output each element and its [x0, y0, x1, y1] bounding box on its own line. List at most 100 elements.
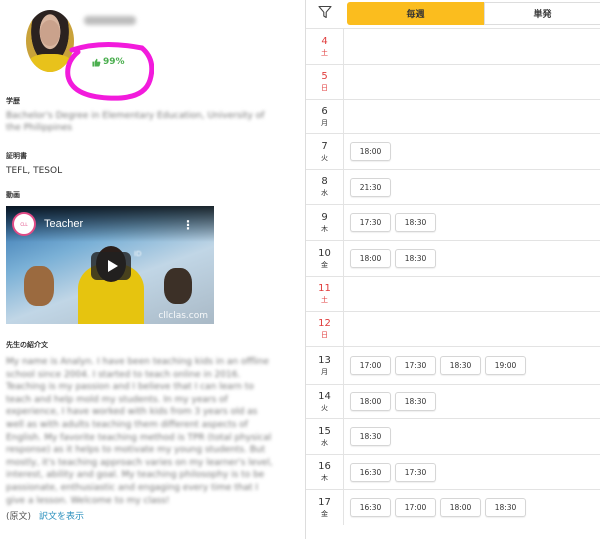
weekday-label: 水 — [321, 438, 328, 447]
education-value: Bachelor's Degree in Elementary Educatio… — [6, 111, 265, 133]
weekday-label: 水 — [321, 189, 328, 197]
video-cat-right — [164, 268, 192, 304]
schedule-day-row: 9 木 17:30 18:30 — [306, 204, 600, 240]
translation-toggle-row: (原文) 訳文を表示 — [6, 509, 84, 522]
tab-single[interactable]: 単発 — [484, 2, 600, 25]
date-cell: 10 金 — [306, 241, 344, 276]
time-slot-button[interactable]: 17:00 — [350, 356, 391, 375]
rating-value: 99% — [103, 57, 125, 67]
thumbs-up-icon — [92, 58, 101, 67]
time-slots: 18:30 — [344, 419, 391, 454]
play-button[interactable] — [91, 252, 131, 280]
schedule-panel: 毎週 単発 4 土 5 日 6 月 7 火 18:00 8 水 21:30 9 木 17:30 18:30 10… — [305, 0, 600, 539]
avatar-face — [40, 20, 60, 46]
time-slot-button[interactable]: 18:30 — [485, 498, 526, 517]
time-slot-button[interactable]: 18:30 — [395, 249, 436, 268]
avatar-shirt — [28, 54, 72, 72]
show-translation-link[interactable]: 訳文を表示 — [39, 509, 84, 522]
time-slot-button[interactable]: 16:30 — [350, 462, 391, 482]
tab-weekly[interactable]: 毎週 — [347, 2, 484, 25]
education-label: 学歴 — [6, 97, 20, 105]
schedule-day-row: 4土 — [306, 28, 600, 64]
date-cell: 5日 — [306, 65, 344, 99]
time-slot-button[interactable]: 18:30 — [395, 392, 436, 411]
time-slots: 21:30 — [344, 170, 391, 204]
original-text-label: (原文) — [6, 512, 32, 522]
date-cell: 8水 — [306, 170, 344, 204]
time-slot-button[interactable]: 18:00 — [350, 392, 391, 411]
weekday-label: 月 — [321, 118, 328, 127]
schedule-day-row: 7 火 18:00 — [306, 133, 600, 169]
rating-badge: 99% — [92, 57, 125, 67]
time-slot-button[interactable]: 18:30 — [440, 356, 481, 375]
video-label: 動画 — [6, 191, 20, 199]
weekday-label: 日 — [321, 331, 328, 339]
schedule-day-row: 12 日 — [306, 311, 600, 346]
schedule-day-row: 6月 — [306, 99, 600, 133]
time-slots: 17:30 18:30 — [344, 205, 436, 240]
weekday-label: 土 — [321, 48, 328, 57]
date-number: 13 — [318, 354, 331, 366]
schedule-day-row: 16 木 16:30 17:30 — [306, 454, 600, 489]
intro-label: 先生の紹介文 — [6, 341, 48, 349]
time-slot-button[interactable]: 18:30 — [395, 213, 436, 232]
time-slots: 18:00 18:30 — [344, 385, 436, 418]
teacher-name-blurred — [84, 16, 136, 25]
time-slots — [344, 65, 350, 99]
time-slot-button[interactable]: 18:30 — [350, 427, 391, 446]
weekday-label: 土 — [321, 296, 328, 304]
weekday-label: 火 — [321, 403, 328, 412]
video-title[interactable]: Teacher — [44, 218, 83, 230]
filter-icon[interactable] — [318, 5, 332, 19]
date-cell: 12 日 — [306, 312, 344, 346]
time-slot-button[interactable]: 17:30 — [350, 213, 391, 232]
date-cell: 11 土 — [306, 277, 344, 311]
schedule-day-row: 8 水 21:30 — [306, 169, 600, 204]
weekday-label: 金 — [321, 509, 328, 518]
date-number: 15 — [318, 425, 331, 437]
date-number: 8 — [321, 176, 328, 187]
date-number: 11 — [318, 283, 331, 294]
time-slot-button[interactable]: 18:00 — [350, 142, 391, 161]
weekday-label: 火 — [321, 153, 328, 162]
time-slot-button[interactable]: 17:30 — [395, 356, 436, 375]
video-watermark: cllclas.com — [158, 311, 208, 321]
schedule-day-row: 10 金 18:00 18:30 — [306, 240, 600, 276]
date-cell: 6月 — [306, 100, 344, 133]
schedule-day-row: 5日 — [306, 64, 600, 99]
time-slot-button[interactable]: 17:30 — [395, 462, 436, 482]
time-slots: 18:00 — [344, 134, 391, 169]
date-cell: 7火 — [306, 134, 344, 169]
time-slots — [344, 277, 350, 311]
channel-logo-icon[interactable]: CLL — [12, 212, 36, 236]
time-slot-button[interactable]: 16:30 — [350, 498, 391, 517]
play-icon — [107, 260, 118, 272]
schedule-day-row: 17 金 16:30 17:00 18:00 18:30 — [306, 489, 600, 525]
time-slots — [344, 100, 350, 133]
teacher-avatar[interactable] — [26, 10, 74, 72]
date-number: 4 — [321, 35, 328, 47]
date-cell: 15 水 — [306, 419, 344, 454]
time-slot-button[interactable]: 17:00 — [395, 498, 436, 517]
schedule-day-row: 13 月 17:00 17:30 18:30 19:00 — [306, 346, 600, 384]
time-slot-button[interactable]: 18:00 — [350, 249, 391, 268]
video-cat-left — [24, 266, 54, 306]
time-slot-button[interactable]: 21:30 — [350, 177, 391, 197]
highlight-annotation-circle — [65, 41, 154, 101]
teacher-profile-panel: 99% 学歴 Bachelor's Degree in Elementary E… — [0, 0, 305, 539]
video-background-text: ID — [134, 250, 142, 258]
time-slot-button[interactable]: 19:00 — [485, 356, 526, 375]
date-number: 14 — [318, 390, 331, 402]
more-options-icon[interactable]: ⋮ — [182, 218, 194, 232]
time-slot-button[interactable]: 18:00 — [440, 498, 481, 517]
weekday-label: 木 — [321, 474, 328, 482]
date-cell: 13 月 — [306, 347, 344, 384]
date-cell: 9木 — [306, 205, 344, 240]
time-slots: 16:30 17:30 — [344, 455, 436, 489]
time-slots: 18:00 18:30 — [344, 241, 436, 276]
date-number: 9 — [321, 211, 328, 223]
certificate-label: 証明書 — [6, 152, 27, 160]
intro-video-player[interactable]: ID CLL Teacher ⋮ cllclas.com — [6, 206, 214, 324]
weekday-label: 木 — [321, 224, 328, 233]
weekday-label: 日 — [321, 84, 328, 92]
